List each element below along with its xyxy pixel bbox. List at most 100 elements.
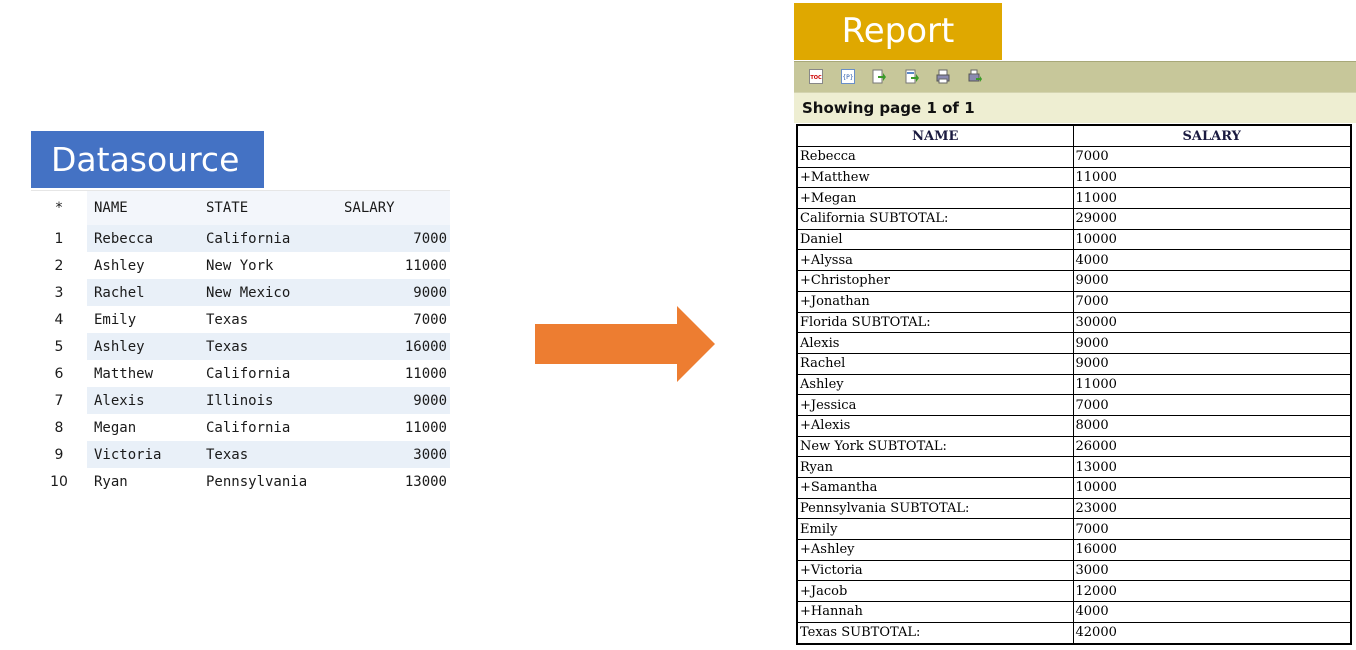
- report-row-name: +Matthew: [796, 166, 1074, 189]
- report-row-name: Rachel: [796, 352, 1074, 375]
- report-row-name: +Jessica: [796, 394, 1074, 416]
- row-index[interactable]: 10: [31, 468, 87, 495]
- row-name[interactable]: Victoria: [87, 441, 199, 468]
- page-separator: of: [942, 99, 959, 117]
- row-salary[interactable]: 9000: [337, 279, 450, 306]
- toc-icon[interactable]: TOC: [809, 69, 823, 84]
- export-icon[interactable]: [872, 69, 886, 84]
- row-index[interactable]: 4: [31, 306, 87, 333]
- report-row-name: Daniel: [796, 228, 1074, 251]
- datasource-row[interactable]: 7 Alexis Illinois 9000: [31, 387, 450, 414]
- row-index[interactable]: 1: [31, 225, 87, 252]
- report-rows: Rebecca 7000 +Matthew 11000 +Megan 11000 Calif…: [796, 146, 1352, 645]
- datasource-row[interactable]: 10 Ryan Pennsylvania 13000: [31, 468, 450, 495]
- row-name[interactable]: Emily: [87, 306, 199, 333]
- datasource-row[interactable]: 5 Ashley Texas 16000: [31, 333, 450, 360]
- row-state[interactable]: New Mexico: [199, 279, 337, 306]
- report-row-salary: 11000: [1072, 187, 1352, 210]
- report-row: +Ashley 16000: [796, 539, 1352, 561]
- report-table: NAME SALARY Rebecca 7000 +Matthew 11000 +Meg…: [796, 124, 1352, 645]
- report-row-name: Texas SUBTOTAL:: [796, 621, 1074, 645]
- report-row-salary: 11000: [1072, 166, 1352, 189]
- row-index[interactable]: 3: [31, 279, 87, 306]
- report-row-salary: 7000: [1072, 518, 1352, 541]
- row-name[interactable]: Matthew: [87, 360, 199, 387]
- report-row-name: +Jonathan: [796, 290, 1074, 313]
- row-salary[interactable]: 7000: [337, 306, 450, 333]
- report-row-salary: 9000: [1072, 352, 1352, 375]
- row-name[interactable]: Ashley: [87, 252, 199, 279]
- report-row-salary: 16000: [1072, 539, 1352, 561]
- row-salary[interactable]: 11000: [337, 360, 450, 387]
- row-name[interactable]: Ashley: [87, 333, 199, 360]
- datasource-header-row: * NAME STATE SALARY: [31, 190, 450, 225]
- report-row-salary: 7000: [1072, 290, 1352, 313]
- row-state[interactable]: Pennsylvania: [199, 468, 337, 495]
- row-index[interactable]: 9: [31, 441, 87, 468]
- report-row: +Victoria 3000: [796, 559, 1352, 582]
- row-salary[interactable]: 13000: [337, 468, 450, 495]
- row-index[interactable]: 6: [31, 360, 87, 387]
- datasource-row[interactable]: 9 Victoria Texas 3000: [31, 441, 450, 468]
- report-row-salary: 8000: [1072, 414, 1352, 437]
- report-row-salary: 26000: [1072, 435, 1352, 458]
- print-server-icon[interactable]: [968, 69, 982, 84]
- row-state[interactable]: Illinois: [199, 387, 337, 414]
- row-index[interactable]: 7: [31, 387, 87, 414]
- report-row-name: Ashley: [796, 373, 1074, 396]
- report-row-name: +Jacob: [796, 580, 1074, 603]
- row-index[interactable]: 5: [31, 333, 87, 360]
- row-state[interactable]: Texas: [199, 306, 337, 333]
- export-data-icon[interactable]: [905, 69, 919, 84]
- datasource-row[interactable]: 2 Ashley New York 11000: [31, 252, 450, 279]
- row-state[interactable]: California: [199, 414, 337, 441]
- row-salary[interactable]: 11000: [337, 414, 450, 441]
- report-row: Rachel 9000: [796, 352, 1352, 375]
- row-name[interactable]: Megan: [87, 414, 199, 441]
- report-row-name: Florida SUBTOTAL:: [796, 311, 1074, 334]
- datasource-title: Datasource: [31, 131, 264, 188]
- report-row-salary: 23000: [1072, 497, 1352, 520]
- row-index[interactable]: 8: [31, 414, 87, 441]
- report-row-salary: 9000: [1072, 270, 1352, 292]
- row-salary[interactable]: 7000: [337, 225, 450, 252]
- row-state[interactable]: California: [199, 225, 337, 252]
- report-row: +Hannah 4000: [796, 601, 1352, 623]
- datasource-row[interactable]: 3 Rachel New Mexico 9000: [31, 279, 450, 306]
- row-salary[interactable]: 16000: [337, 333, 450, 360]
- report-row-name: Rebecca: [796, 146, 1074, 168]
- report-row-name: +Samantha: [796, 477, 1074, 499]
- report-row: +Alexis 8000: [796, 414, 1352, 437]
- datasource-row[interactable]: 1 Rebecca California 7000: [31, 225, 450, 252]
- row-name[interactable]: Ryan: [87, 468, 199, 495]
- datasource-row[interactable]: 4 Emily Texas 7000: [31, 306, 450, 333]
- index-column-header[interactable]: *: [31, 190, 87, 225]
- state-column-header[interactable]: STATE: [199, 190, 337, 225]
- row-name[interactable]: Alexis: [87, 387, 199, 414]
- salary-column-header[interactable]: SALARY: [337, 190, 450, 225]
- row-name[interactable]: Rebecca: [87, 225, 199, 252]
- row-salary[interactable]: 11000: [337, 252, 450, 279]
- row-salary[interactable]: 3000: [337, 441, 450, 468]
- row-name[interactable]: Rachel: [87, 279, 199, 306]
- row-state[interactable]: California: [199, 360, 337, 387]
- report-title: Report: [794, 3, 1002, 60]
- row-state[interactable]: Texas: [199, 333, 337, 360]
- current-page: 1: [926, 99, 937, 117]
- report-row: +Jacob 12000: [796, 580, 1352, 603]
- datasource-row[interactable]: 8 Megan California 11000: [31, 414, 450, 441]
- param-icon[interactable]: {P}: [841, 69, 855, 84]
- row-index[interactable]: 2: [31, 252, 87, 279]
- datasource-row[interactable]: 6 Matthew California 11000: [31, 360, 450, 387]
- row-salary[interactable]: 9000: [337, 387, 450, 414]
- report-row: +Christopher 9000: [796, 270, 1352, 292]
- print-icon[interactable]: [936, 69, 950, 84]
- row-state[interactable]: New York: [199, 252, 337, 279]
- report-row: Ryan 13000: [796, 456, 1352, 478]
- report-row-name: +Megan: [796, 187, 1074, 210]
- name-column-header[interactable]: NAME: [87, 190, 199, 225]
- row-state[interactable]: Texas: [199, 441, 337, 468]
- report-row: Texas SUBTOTAL: 42000: [796, 621, 1352, 645]
- report-row-name: Ryan: [796, 456, 1074, 478]
- report-row: +Matthew 11000: [796, 166, 1352, 189]
